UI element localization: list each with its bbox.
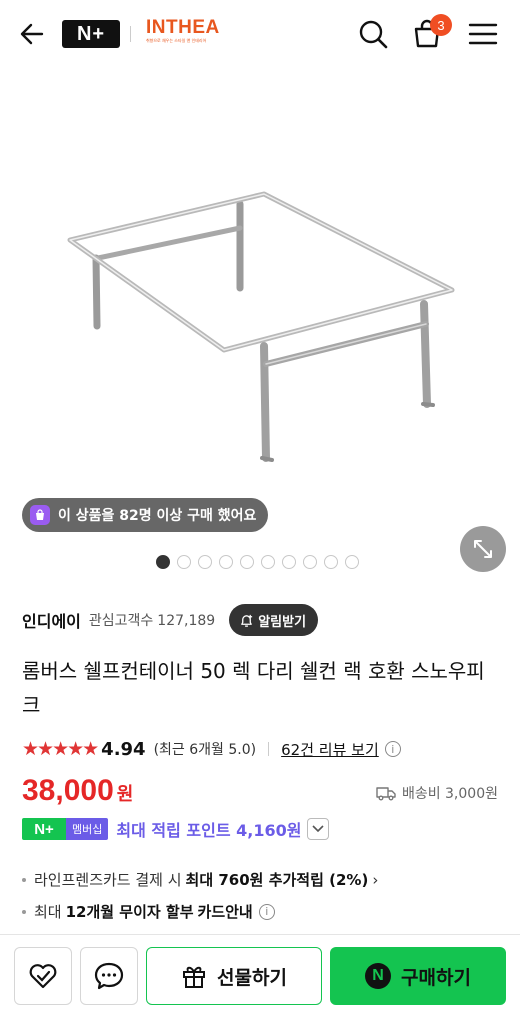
search-icon[interactable] xyxy=(357,18,389,50)
brand-logo[interactable]: INTHEA 취향으로 채우는 스타일 앤 인테리어 xyxy=(146,17,220,50)
price-amount: 38,000 xyxy=(22,774,114,807)
price-currency: 원 xyxy=(116,784,134,805)
card-info-link: 카드안내 xyxy=(197,903,253,921)
benefit-prefix: 최대 xyxy=(34,903,62,921)
membership-points: 최대 적립 포인트 4,160원 xyxy=(116,821,302,840)
rating-score: 4.94 xyxy=(101,738,146,760)
menu-icon[interactable] xyxy=(467,18,499,50)
top-header: N+ INTHEA 취향으로 채우는 스타일 앤 인테리어 3 xyxy=(0,0,520,68)
recent-rating: (최근 6개월 5.0) xyxy=(153,742,257,758)
pagination-dot[interactable] xyxy=(240,555,254,569)
pagination-dot[interactable] xyxy=(324,555,338,569)
pagination-dot[interactable] xyxy=(303,555,317,569)
store-name[interactable]: 인디에이 xyxy=(22,608,81,632)
product-image[interactable] xyxy=(0,68,520,548)
truck-icon xyxy=(376,787,396,801)
interest-customers: 관심고객수 127,189 xyxy=(89,610,215,630)
pagination-dot[interactable] xyxy=(198,555,212,569)
interest-count: 127,189 xyxy=(157,613,216,629)
interest-label: 관심고객수 xyxy=(88,613,154,629)
brand-name: INTHEA xyxy=(146,17,220,38)
shipping-fee: 배송비 3,000원 xyxy=(376,783,498,803)
benefit-prefix: 라인프렌즈카드 결제 시 xyxy=(34,871,182,889)
shipping-text: 배송비 3,000원 xyxy=(401,786,498,802)
buy-button[interactable]: N 구매하기 xyxy=(330,947,506,1005)
wishlist-button[interactable] xyxy=(14,947,72,1005)
rating-stars: ★★★★★ xyxy=(22,738,99,760)
image-pagination-dots xyxy=(156,555,359,569)
product-title: 롬버스 쉘프컨테이너 50 렉 다리 쉘컨 랙 호환 스노우피크 xyxy=(22,659,485,717)
pagination-dot[interactable] xyxy=(219,555,233,569)
cart-count-badge: 3 xyxy=(430,14,452,36)
brand-tagline: 취향으로 채우는 스타일 앤 인테리어 xyxy=(146,38,207,43)
purchase-count-text: 이 상품을 82명 이상 구매 했어요 xyxy=(58,508,257,524)
chat-bubble-icon xyxy=(94,962,124,990)
benefit-card-reward[interactable]: 라인프렌즈카드 결제 시 최대 760원 추가적립 (2%) › xyxy=(22,864,502,896)
pagination-dot[interactable] xyxy=(177,555,191,569)
info-icon[interactable]: i xyxy=(258,904,275,920)
expand-icon xyxy=(474,540,492,558)
gift-button[interactable]: 선물하기 xyxy=(146,947,322,1005)
membership-row[interactable]: N+ 멤버십 최대 적립 포인트 4,160원 xyxy=(22,816,330,842)
benefit-highlight: 최대 760원 추가적립 (2%) xyxy=(185,871,369,889)
expand-image-button[interactable] xyxy=(460,526,506,572)
chat-button[interactable] xyxy=(80,947,138,1005)
benefit-highlight: 12개월 무이자 할부 xyxy=(65,903,194,921)
membership-badge: 멤버십 xyxy=(66,818,109,840)
benefit-installment[interactable]: 최대 12개월 무이자 할부 카드안내 i xyxy=(22,896,502,928)
rating-divider xyxy=(268,742,270,756)
bell-plus-icon xyxy=(241,614,253,627)
naver-plus-logo[interactable]: N+ xyxy=(62,20,120,48)
price: 38,000 원 xyxy=(22,774,133,808)
bottom-action-bar: 선물하기 N 구매하기 xyxy=(0,934,520,1024)
naver-plus-badge: N+ xyxy=(22,818,66,840)
chevron-right-icon: › xyxy=(372,871,379,889)
info-icon[interactable]: i xyxy=(384,741,401,757)
gift-label: 선물하기 xyxy=(217,966,287,989)
notify-button[interactable]: 알림받기 xyxy=(229,604,319,636)
buy-label: 구매하기 xyxy=(401,966,471,989)
notify-label: 알림받기 xyxy=(258,614,307,630)
pagination-dot[interactable] xyxy=(261,555,275,569)
heart-check-icon xyxy=(29,964,57,989)
pagination-dot[interactable] xyxy=(345,555,359,569)
gift-icon xyxy=(183,966,206,988)
chevron-down-icon[interactable] xyxy=(307,818,330,840)
rating-row: ★★★★★ 4.94 (최근 6개월 5.0) 62건 리뷰 보기 i xyxy=(22,736,401,762)
back-arrow-icon[interactable] xyxy=(18,20,46,48)
naver-pay-icon: N xyxy=(365,963,392,989)
benefits-list: 라인프렌즈카드 결제 시 최대 760원 추가적립 (2%) › 최대 12개월 무이… xyxy=(22,864,502,928)
header-divider xyxy=(130,26,131,42)
purchase-count-badge: 이 상품을 82명 이상 구매 했어요 xyxy=(22,498,269,532)
shopping-bag-icon xyxy=(30,505,50,525)
pagination-dot[interactable] xyxy=(282,555,296,569)
store-info-row: 인디에이 관심고객수 127,189 알림받기 xyxy=(22,604,319,636)
reviews-link[interactable]: 62건 리뷰 보기 xyxy=(281,739,379,760)
pagination-dot[interactable] xyxy=(156,555,170,569)
